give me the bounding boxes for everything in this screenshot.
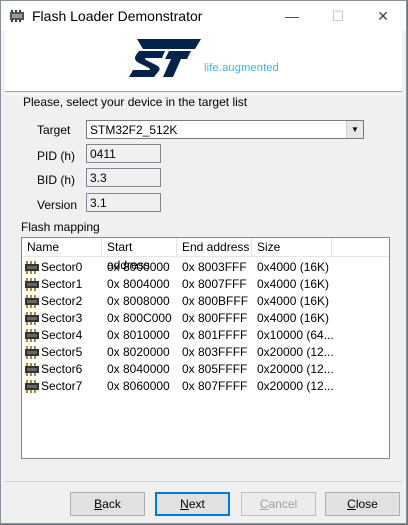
minimize-button[interactable]: — <box>269 1 315 31</box>
target-select[interactable]: STM32F2_512K ▼ <box>86 120 364 139</box>
target-label: Target <box>37 123 71 137</box>
end-address: 0x 805FFFF <box>182 362 248 376</box>
start-address: 0x 8060000 <box>107 379 170 393</box>
back-button-mnemonic: B <box>94 497 103 511</box>
sector-name: Sector5 <box>41 345 83 359</box>
sector-name: Sector0 <box>41 260 83 274</box>
chip-icon <box>24 278 40 291</box>
sector-size: 0x4000 (16K) <box>257 311 330 325</box>
sector-size: 0x20000 (12... <box>257 362 334 376</box>
pid-value: 0411 <box>90 147 116 161</box>
pid-field: 0411 <box>86 144 161 163</box>
close-button[interactable]: Close <box>325 492 400 516</box>
start-address: 0x 8040000 <box>107 362 170 376</box>
target-select-value: STM32F2_512K <box>90 123 178 137</box>
start-address: 0x 8020000 <box>107 345 170 359</box>
table-row[interactable]: Sector3 0x 800C000 0x 800FFFF 0x4000 (16K) <box>22 310 389 327</box>
flash-mapping-label: Flash mapping <box>21 220 100 234</box>
start-address: 0x 8000000 <box>107 260 170 274</box>
sector-size: 0x4000 (16K) <box>257 277 330 291</box>
end-address: 0x 807FFFF <box>182 379 248 393</box>
sector-size: 0x4000 (16K) <box>257 260 330 274</box>
st-logo <box>129 39 201 77</box>
target-dropdown-button[interactable]: ▼ <box>346 121 363 138</box>
cancel-button[interactable]: Cancel <box>241 492 316 516</box>
window-title: Flash Loader Demonstrator <box>32 8 203 24</box>
bid-label: BID (h) <box>37 173 76 187</box>
tagline: life.augmented <box>204 62 279 74</box>
cancel-button-label: ancel <box>268 497 298 511</box>
start-address: 0x 8004000 <box>107 277 170 291</box>
chip-icon <box>24 346 40 359</box>
table-row[interactable]: Sector7 0x 8060000 0x 807FFFF 0x20000 (12..… <box>22 378 389 395</box>
sector-size: 0x20000 (12... <box>257 379 334 393</box>
chevron-down-icon: ▼ <box>351 125 359 134</box>
table-row[interactable]: Sector5 0x 8020000 0x 803FFFF 0x20000 (12..… <box>22 344 389 361</box>
sector-name: Sector3 <box>41 311 83 325</box>
end-address: 0x 801FFFF <box>182 328 248 342</box>
column-header-end-address[interactable]: End address <box>177 238 252 256</box>
prompt-text: Please, select your device in the target… <box>23 95 248 109</box>
start-address: 0x 8008000 <box>107 294 170 308</box>
end-address: 0x 800FFFF <box>182 311 248 325</box>
flash-loader-window: Flash Loader Demonstrator — ☐ ✕ life.aug… <box>0 0 407 524</box>
chip-icon <box>24 295 40 308</box>
close-button-label: lose <box>355 497 378 511</box>
version-label: Version <box>37 198 78 212</box>
title-bar[interactable]: Flash Loader Demonstrator — ☐ ✕ <box>1 1 406 31</box>
end-address: 0x 800BFFF <box>182 294 249 308</box>
bid-field: 3.3 <box>86 168 161 187</box>
column-header-start-address[interactable]: Start address <box>102 238 177 272</box>
table-row[interactable]: Sector1 0x 8004000 0x 8007FFF 0x4000 (16K) <box>22 276 389 293</box>
chip-icon <box>24 329 40 342</box>
sector-name: Sector6 <box>41 362 83 376</box>
next-button-mnemonic: N <box>180 497 189 511</box>
maximize-button[interactable]: ☐ <box>315 1 361 31</box>
maximize-icon: ☐ <box>331 7 345 24</box>
table-row[interactable]: Sector2 0x 8008000 0x 800BFFF 0x4000 (16K) <box>22 293 389 310</box>
button-divider <box>5 481 402 482</box>
end-address: 0x 8007FFF <box>182 277 247 291</box>
back-button-label: ack <box>102 497 121 511</box>
start-address: 0x 8010000 <box>107 328 170 342</box>
sector-size: 0x10000 (64... <box>257 328 334 342</box>
header-banner: life.augmented <box>5 31 402 91</box>
minimize-icon: — <box>285 8 299 24</box>
next-button[interactable]: Next <box>155 492 230 516</box>
table-header: Name Start address End address Size <box>22 238 389 272</box>
pid-label: PID (h) <box>37 149 76 163</box>
chip-icon <box>24 312 40 325</box>
back-button[interactable]: Back <box>70 492 145 516</box>
close-button-mnemonic: C <box>347 497 356 511</box>
end-address: 0x 803FFFF <box>182 345 248 359</box>
sector-name: Sector7 <box>41 379 83 393</box>
bid-value: 3.3 <box>90 171 107 185</box>
chip-icon <box>24 261 40 274</box>
start-address: 0x 800C000 <box>107 311 172 325</box>
sector-name: Sector1 <box>41 277 83 291</box>
flash-loader-icon <box>10 10 24 22</box>
table-row[interactable]: Sector0 0x 8000000 0x 8003FFF 0x4000 (16K) <box>22 259 389 276</box>
column-header-size[interactable]: Size <box>252 238 332 256</box>
sector-size: 0x20000 (12... <box>257 345 334 359</box>
sector-name: Sector4 <box>41 328 83 342</box>
chip-icon <box>24 363 40 376</box>
next-button-label: ext <box>188 497 205 511</box>
column-header-name[interactable]: Name <box>22 238 102 256</box>
sector-name: Sector2 <box>41 294 83 308</box>
end-address: 0x 8003FFF <box>182 260 247 274</box>
flash-mapping-table[interactable]: Name Start address End address Size Sect… <box>21 237 390 459</box>
sector-size: 0x4000 (16K) <box>257 294 330 308</box>
close-icon: ✕ <box>377 7 389 24</box>
chip-icon <box>24 380 40 393</box>
version-value: 3.1 <box>90 196 107 210</box>
table-row[interactable]: Sector4 0x 8010000 0x 801FFFF 0x10000 (64..… <box>22 327 389 344</box>
close-window-button[interactable]: ✕ <box>360 1 406 31</box>
table-row[interactable]: Sector6 0x 8040000 0x 805FFFF 0x20000 (12..… <box>22 361 389 378</box>
version-field: 3.1 <box>86 193 161 212</box>
